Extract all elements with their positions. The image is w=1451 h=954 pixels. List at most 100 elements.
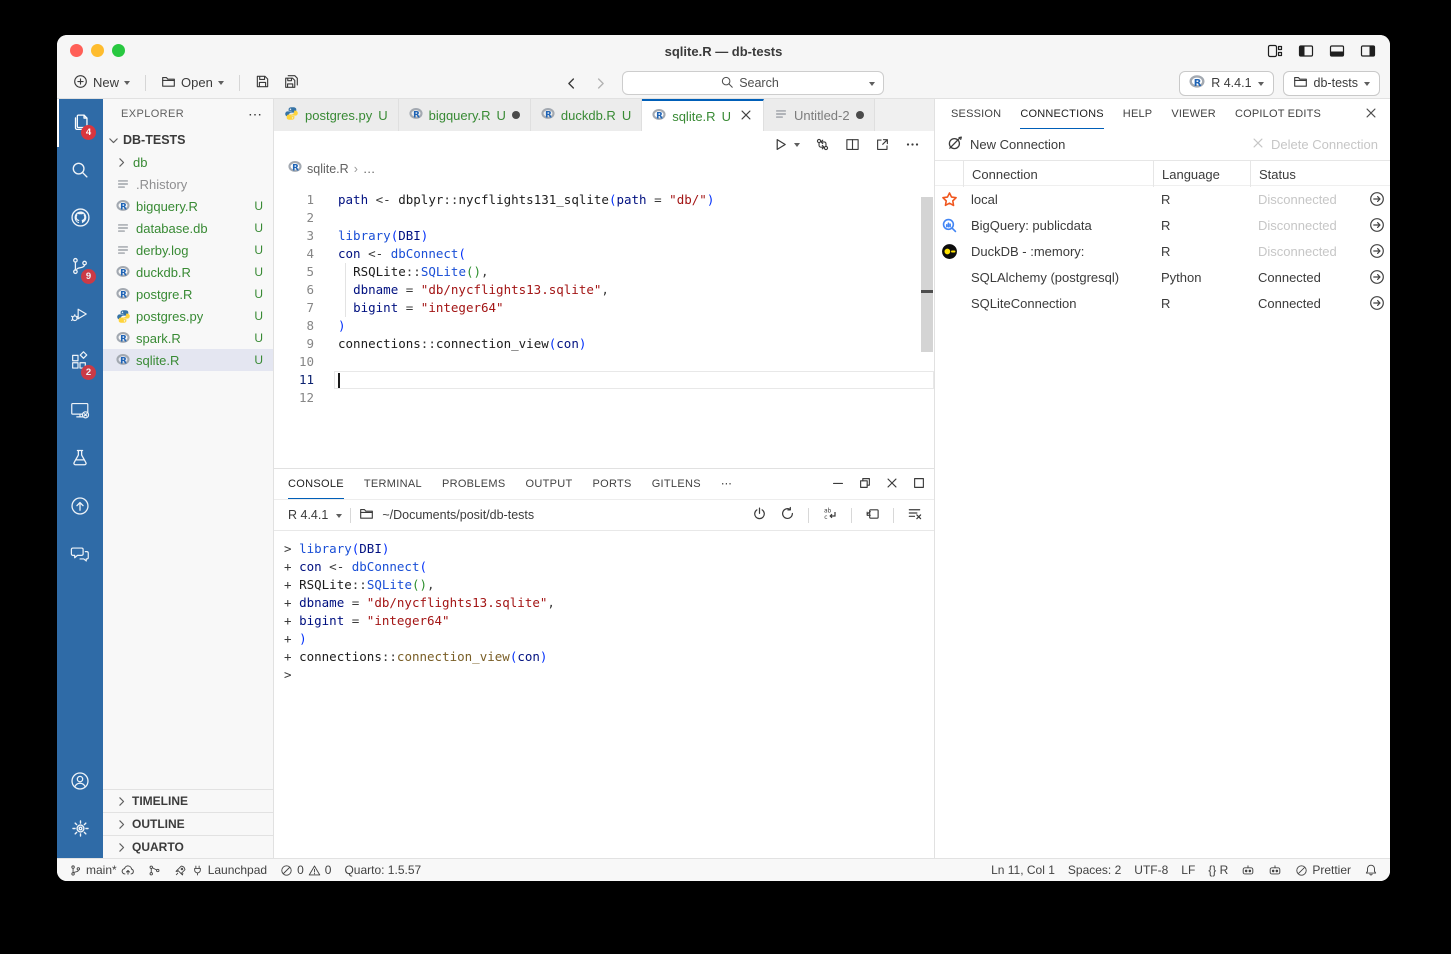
accounts-button[interactable] [57,758,103,806]
tree-item-spark-r[interactable]: Rspark.RU [103,327,273,349]
connection-row[interactable]: SQLiteConnectionRConnected [935,290,1390,316]
connection-row[interactable]: SQLAlchemy (postgresql)PythonConnected [935,264,1390,290]
copilot-button[interactable] [1241,863,1255,877]
panel-tab-problems[interactable]: PROBLEMS [442,469,506,499]
column-status[interactable]: Status [1250,161,1362,187]
panel-tab-ports[interactable]: PORTS [593,469,632,499]
language-mode-status[interactable]: {} R [1208,863,1228,877]
customize-layout-icon[interactable] [1267,43,1283,59]
tree-item-duckdb-r[interactable]: Rduckdb.RU [103,261,273,283]
section-outline[interactable]: OUTLINE [103,812,273,835]
tab-postgres-py[interactable]: postgres.pyU [274,99,399,131]
code-editor[interactable]: 1path <- dbplyr::nycflights131_sqlite(pa… [274,179,934,468]
panel-tab-terminal[interactable]: TERMINAL [364,469,422,499]
source-file-icon[interactable] [815,137,830,152]
secondary-tab-connections[interactable]: CONNECTIONS [1020,99,1103,129]
activity-run-debug[interactable] [57,291,103,339]
settings-button[interactable] [57,806,103,854]
minimize-panel-icon[interactable] [831,476,845,493]
navigate-back-button[interactable] [564,76,579,91]
panel-tabs-more-button[interactable]: ⋯ [721,469,732,499]
tree-item-sqlite-r[interactable]: Rsqlite.RU [103,349,273,371]
toggle-panel-icon[interactable] [1329,43,1345,59]
tree-item-db[interactable]: db [103,151,273,173]
breadcrumb-file[interactable]: sqlite.R [307,162,349,176]
open-button[interactable]: Open [157,71,228,95]
new-button[interactable]: New [69,71,134,95]
activity-remote-explorer[interactable] [57,387,103,435]
secondary-tab-viewer[interactable]: VIEWER [1171,99,1216,129]
tab-sqlite-r[interactable]: Rsqlite.RU [642,99,764,131]
interpreter-selector[interactable]: R R 4.4.1 [1179,71,1273,96]
column-connection[interactable]: Connection [963,161,1153,187]
explorer-more-button[interactable]: ⋯ [248,106,263,123]
connect-arrow-icon[interactable] [1362,295,1390,311]
run-dropdown-icon[interactable] [794,143,800,147]
launchpad-button[interactable]: Launchpad [174,863,267,877]
save-all-button[interactable] [280,71,303,95]
connection-row[interactable]: BigQuery: publicdataRDisconnected [935,212,1390,238]
move-console-icon[interactable] [865,506,880,524]
section-timeline[interactable]: TIMELINE [103,789,273,812]
problems-status[interactable]: 0 0 [280,863,331,877]
activity-publish[interactable] [57,483,103,531]
section-quarto[interactable]: QUARTO [103,835,273,858]
activity-extensions[interactable]: 2 [57,339,103,387]
tree-item-bigquery-r[interactable]: Rbigquery.RU [103,195,273,217]
formatter-status[interactable]: Prettier [1295,863,1351,877]
panel-tab-gitlens[interactable]: GITLENS [652,469,701,499]
close-secondary-panel-icon[interactable] [1364,106,1378,123]
column-language[interactable]: Language [1153,161,1250,187]
git-graph-button[interactable] [148,864,161,877]
maximize-panel-icon[interactable] [912,476,926,493]
console-output[interactable]: > library(DBI)+ con <- dbConnect(+ RSQLi… [274,531,934,858]
secondary-tab-session[interactable]: SESSION [951,99,1001,129]
run-button[interactable] [773,137,788,152]
activity-search[interactable] [57,147,103,195]
clear-console-icon[interactable] [907,506,922,524]
indentation-status[interactable]: Spaces: 2 [1068,863,1121,877]
tree-item-postgres-py[interactable]: postgres.pyU [103,305,273,327]
activity-github[interactable] [57,195,103,243]
open-in-window-icon[interactable] [875,137,890,152]
connect-arrow-icon[interactable] [1362,243,1390,259]
more-actions-icon[interactable] [905,137,920,152]
panel-tab-console[interactable]: CONSOLE [288,469,344,499]
connection-row[interactable]: localRDisconnected [935,186,1390,212]
secondary-tab-copilot-edits[interactable]: COPILOT EDITS [1235,99,1321,129]
editor-scrollbar[interactable] [921,197,933,352]
search-input[interactable]: Search [622,71,884,95]
encoding-status[interactable]: UTF-8 [1134,863,1168,877]
toggle-secondary-sidebar-icon[interactable] [1360,43,1376,59]
restore-panel-icon[interactable] [858,476,872,493]
tab-bigquery-r[interactable]: Rbigquery.RU [399,99,531,131]
notifications-button[interactable] [1364,863,1378,877]
connect-arrow-icon[interactable] [1362,217,1390,233]
workspace-selector[interactable]: db-tests [1283,71,1380,96]
secondary-tab-help[interactable]: HELP [1123,99,1153,129]
breadcrumb[interactable]: R sqlite.R › … [274,158,934,179]
git-branch-status[interactable]: main* [69,863,135,877]
tree-item-postgre-r[interactable]: Rpostgre.RU [103,283,273,305]
shutdown-console-icon[interactable] [752,506,767,524]
activity-source-control[interactable]: 9 [57,243,103,291]
workspace-root-item[interactable]: DB-TESTS [103,129,273,151]
save-button[interactable] [251,71,274,95]
copilot-chat-button[interactable] [1268,863,1282,877]
panel-tab-output[interactable]: OUTPUT [525,469,572,499]
connection-row[interactable]: DuckDB - :memory:RDisconnected [935,238,1390,264]
eol-status[interactable]: LF [1181,863,1195,877]
tree-item--rhistory[interactable]: .Rhistory [103,173,273,195]
tree-item-database-db[interactable]: database.dbU [103,217,273,239]
connect-arrow-icon[interactable] [1362,191,1390,207]
tab-untitled-2[interactable]: Untitled-2 [764,99,875,131]
close-panel-icon[interactable] [885,476,899,493]
navigate-forward-button[interactable] [593,76,608,91]
breadcrumb-more[interactable]: … [363,162,376,176]
connect-arrow-icon[interactable] [1362,269,1390,285]
close-tab-icon[interactable] [739,108,753,125]
cursor-position-status[interactable]: Ln 11, Col 1 [991,863,1055,877]
activity-explorer[interactable]: 4 [57,99,103,147]
quarto-status[interactable]: Quarto: 1.5.57 [344,863,421,877]
activity-testing[interactable] [57,435,103,483]
